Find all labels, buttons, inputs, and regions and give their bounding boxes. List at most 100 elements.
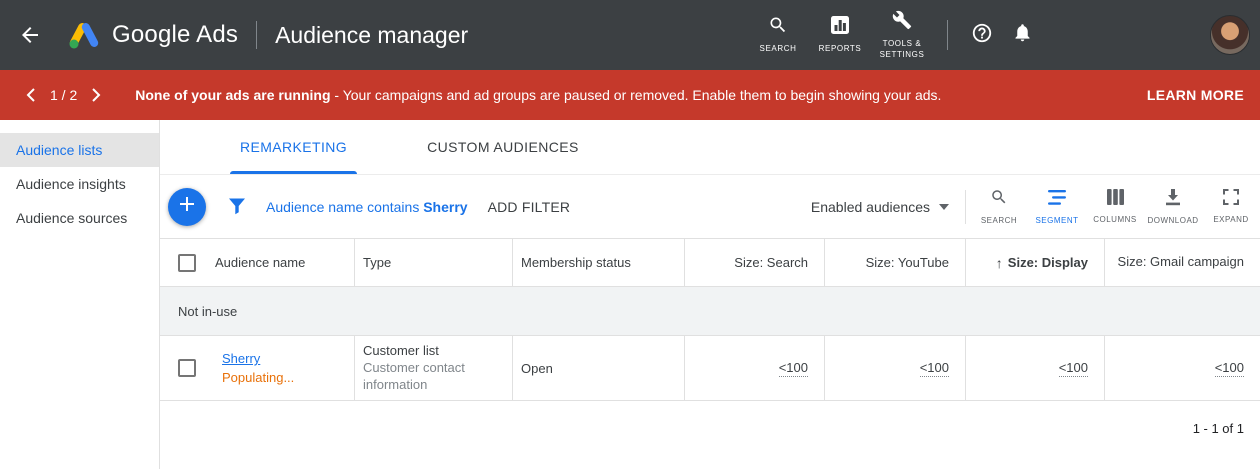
download-icon — [1165, 189, 1181, 211]
content: REMARKETING CUSTOM AUDIENCES Audience na… — [160, 120, 1260, 469]
topbar-tools-button[interactable]: TOOLS & SETTINGS — [871, 10, 933, 60]
segment-label: SEGMENT — [1035, 216, 1078, 225]
filter-chip-prefix: Audience name contains — [266, 199, 423, 215]
header-membership-status[interactable]: Membership status — [513, 239, 685, 286]
expand-button[interactable]: EXPAND — [1202, 189, 1260, 224]
membership-status-cell: Open — [513, 336, 685, 400]
topbar-search-label: SEARCH — [760, 44, 797, 54]
banner-prev-icon[interactable] — [22, 84, 40, 106]
download-label: DOWNLOAD — [1147, 216, 1198, 225]
filter-icon[interactable] — [228, 198, 246, 215]
banner-pager: 1 / 2 — [50, 87, 77, 103]
notifications-button[interactable] — [1002, 22, 1042, 48]
type-main: Customer list — [363, 343, 439, 358]
filter-chip[interactable]: Audience name contains Sherry — [266, 199, 468, 215]
table-search-button[interactable]: SEARCH — [970, 188, 1028, 225]
table-search-label: SEARCH — [981, 216, 1017, 225]
filter-chip-value: Sherry — [423, 199, 467, 215]
topbar-tools-label: TOOLS & SETTINGS — [875, 39, 929, 60]
header-size-display[interactable]: ↑ Size: Display — [966, 239, 1105, 286]
reports-icon — [830, 15, 850, 40]
size-gmail-value: <100 — [1215, 360, 1244, 377]
audience-name-cell: Sherry Populating... — [215, 336, 355, 400]
segment-icon — [1047, 189, 1067, 211]
banner-message-rest: - Your campaigns and ad groups are pause… — [331, 87, 942, 103]
sidebar-item-audience-lists[interactable]: Audience lists — [0, 133, 159, 167]
size-display-cell: <100 — [966, 336, 1105, 400]
row-checkbox-cell — [160, 336, 215, 400]
help-icon — [971, 22, 993, 49]
sidebar-item-audience-insights[interactable]: Audience insights — [0, 167, 159, 201]
table-footer: 1 - 1 of 1 — [160, 401, 1260, 469]
columns-button[interactable]: COLUMNS — [1086, 189, 1144, 224]
tab-custom-audiences[interactable]: CUSTOM AUDIENCES — [411, 120, 595, 174]
add-audience-button[interactable] — [168, 188, 206, 226]
topbar-reports-button[interactable]: REPORTS — [809, 15, 871, 54]
type-cell: Customer list Customer contact informati… — [355, 336, 513, 400]
sidebar-item-audience-sources[interactable]: Audience sources — [0, 201, 159, 235]
topbar-actions: SEARCH REPORTS TOOLS & SETTINGS — [747, 0, 1042, 70]
bell-icon — [1012, 22, 1033, 48]
header-size-search[interactable]: Size: Search — [685, 239, 825, 286]
banner-next-icon[interactable] — [87, 84, 105, 106]
size-youtube-value: <100 — [920, 360, 949, 377]
sidebar: Audience lists Audience insights Audienc… — [0, 120, 160, 469]
user-avatar[interactable] — [1210, 15, 1250, 55]
audience-name-link[interactable]: Sherry — [222, 351, 260, 366]
header-type[interactable]: Type — [355, 239, 513, 286]
google-ads-logo-icon[interactable] — [66, 19, 102, 51]
search-icon — [768, 15, 788, 40]
type-sub: Customer contact information — [363, 360, 496, 394]
size-youtube-cell: <100 — [825, 336, 966, 400]
header-size-gmail[interactable]: Size: Gmail campaign — [1105, 239, 1260, 286]
toolbar: Audience name contains Sherry ADD FILTER… — [160, 175, 1260, 239]
select-all-checkbox[interactable] — [178, 254, 196, 272]
audience-status-dropdown-value: Enabled audiences — [811, 199, 930, 215]
header-checkbox-cell — [160, 239, 215, 286]
topbar-search-button[interactable]: SEARCH — [747, 15, 809, 54]
header-audience-name[interactable]: Audience name — [215, 239, 355, 286]
expand-label: EXPAND — [1213, 215, 1248, 224]
back-arrow-icon[interactable] — [18, 23, 42, 47]
populating-status: Populating... — [222, 370, 294, 385]
row-checkbox[interactable] — [178, 359, 196, 377]
banner-message: None of your ads are running - Your camp… — [135, 87, 941, 103]
size-gmail-cell: <100 — [1105, 336, 1260, 400]
tab-bar: REMARKETING CUSTOM AUDIENCES — [160, 120, 1260, 175]
learn-more-link[interactable]: LEARN MORE — [1147, 87, 1244, 103]
search-icon — [990, 188, 1008, 211]
table-header-row: Audience name Type Membership status Siz… — [160, 239, 1260, 287]
table-group-row: Not in-use — [160, 287, 1260, 336]
add-filter-button[interactable]: ADD FILTER — [488, 199, 571, 215]
page-title: Audience manager — [275, 22, 468, 49]
banner-message-bold: None of your ads are running — [135, 87, 330, 103]
header-size-youtube[interactable]: Size: YouTube — [825, 239, 966, 286]
download-button[interactable]: DOWNLOAD — [1144, 189, 1202, 225]
brand-name: Google Ads — [112, 21, 238, 49]
expand-icon — [1223, 189, 1239, 210]
topbar-actions-divider — [947, 20, 948, 50]
columns-label: COLUMNS — [1093, 215, 1137, 224]
size-search-cell: <100 — [685, 336, 825, 400]
table-row: Sherry Populating... Customer list Custo… — [160, 336, 1260, 401]
topbar-divider — [256, 21, 257, 49]
help-button[interactable] — [962, 22, 1002, 49]
columns-icon — [1107, 189, 1124, 210]
toolbar-divider — [965, 190, 966, 224]
sort-ascending-icon: ↑ — [996, 255, 1003, 271]
alert-banner: 1 / 2 None of your ads are running - You… — [0, 70, 1260, 120]
size-search-value: <100 — [779, 360, 808, 377]
chevron-down-icon — [939, 204, 949, 210]
header-size-display-label: Size: Display — [1008, 255, 1088, 270]
size-display-value: <100 — [1059, 360, 1088, 377]
topbar: Google Ads Audience manager SEARCH REPOR… — [0, 0, 1260, 70]
plus-icon — [179, 196, 195, 217]
main-area: Audience lists Audience insights Audienc… — [0, 120, 1260, 469]
segment-button[interactable]: SEGMENT — [1028, 189, 1086, 225]
tab-remarketing[interactable]: REMARKETING — [224, 120, 363, 174]
audience-status-dropdown[interactable]: Enabled audiences — [811, 199, 949, 215]
wrench-icon — [892, 10, 912, 35]
pagination-text: 1 - 1 of 1 — [1193, 421, 1244, 436]
topbar-reports-label: REPORTS — [819, 44, 862, 54]
app-window: Google Ads Audience manager SEARCH REPOR… — [0, 0, 1260, 469]
